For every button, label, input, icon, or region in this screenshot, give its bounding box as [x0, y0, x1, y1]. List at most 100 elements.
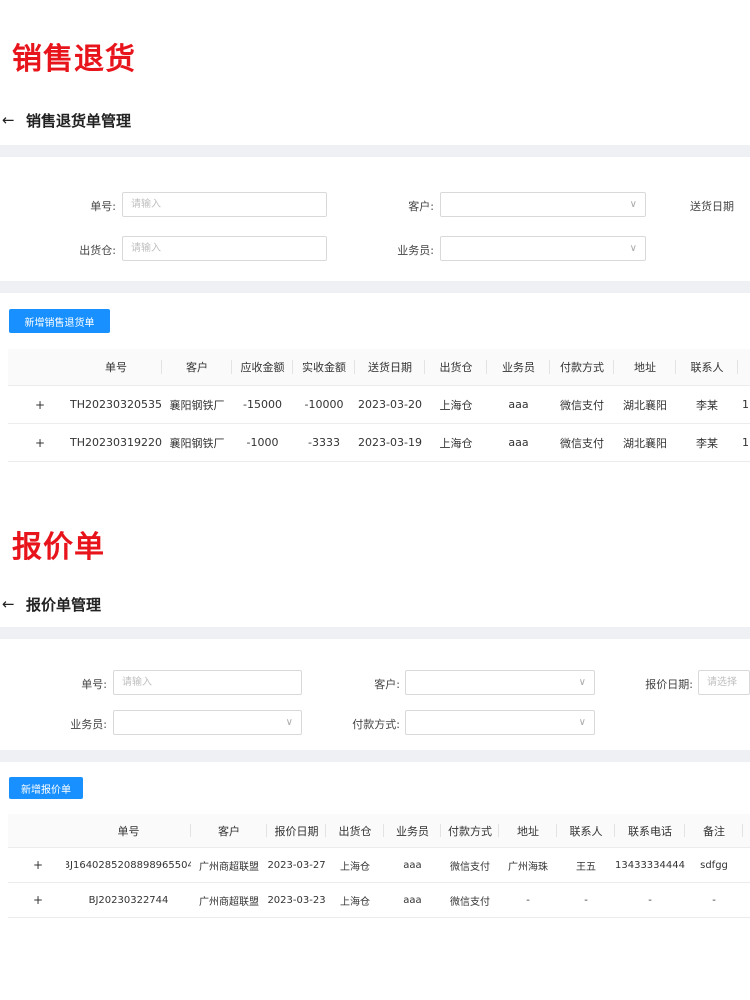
expand-icon[interactable]: + [28, 386, 52, 423]
table-header-row: 单号 客户 报价日期 出货仓 业务员 付款方式 地址 联系人 联系电话 备注 [8, 814, 750, 848]
column-header: 出货仓 [326, 814, 384, 847]
column-header: 单号 [66, 814, 191, 847]
customer-cell: 襄阳钢铁厂 [169, 436, 225, 450]
payment-cell: 微信支付 [560, 398, 604, 412]
column-header: 地址 [499, 814, 557, 847]
order-no-cell: TH20230319220 [70, 436, 162, 449]
quote-date-cell: 2023-03-23 [267, 894, 326, 906]
customer-select[interactable]: ∨ [405, 670, 595, 695]
expand-icon[interactable]: + [26, 883, 50, 917]
column-header: 联系人 [676, 349, 738, 385]
order-no-input[interactable]: 请输入 [122, 192, 327, 217]
chevron-down-icon: ∨ [629, 199, 637, 210]
column-header: 地址 [614, 349, 676, 385]
column-header: 付款方式 [550, 349, 614, 385]
column-header: 应收金额 [232, 349, 293, 385]
column-header: 客户 [191, 814, 267, 847]
customer-cell: 广州商超联盟 [199, 861, 259, 873]
customer-label: 客户: [374, 678, 400, 691]
delivery-date-cell: 2023-03-20 [358, 398, 422, 411]
warehouse-input[interactable]: 请输入 [122, 236, 327, 261]
truncated-cell: 1 [742, 436, 749, 449]
arrow-left-icon[interactable]: ← [0, 595, 22, 613]
salesman-cell: aaa [403, 894, 422, 906]
sales-return-table: 单号 客户 应收金额 实收金额 送货日期 出货仓 业务员 付款方式 地址 联系人… [8, 349, 750, 462]
divider [0, 145, 750, 157]
truncated-cell: 1 [742, 398, 749, 411]
add-quotation-button[interactable]: 新增报价单 [9, 777, 83, 799]
divider [0, 750, 750, 762]
contact-cell: 李某 [696, 398, 718, 412]
column-header: 备注 [685, 814, 743, 847]
salesman-select[interactable]: ∨ [113, 710, 302, 735]
column-header: 送货日期 [355, 349, 425, 385]
customer-select[interactable]: ∨ [440, 192, 646, 217]
page-header-sales-return: ← 销售退货单管理 [0, 108, 750, 132]
receivable-cell: -15000 [243, 398, 282, 411]
arrow-left-icon[interactable]: ← [0, 111, 22, 129]
column-header: 业务员 [384, 814, 441, 847]
page-title: 报价单管理 [26, 595, 102, 614]
order-no-cell: TH20230320535 [70, 398, 162, 411]
page-header-quotation: ← 报价单管理 [0, 592, 750, 616]
warehouse-cell: 上海仓 [439, 398, 473, 412]
order-no-label: 单号: [90, 200, 116, 213]
table-row[interactable]: + BJ1640285208898965504 广州商超联盟 2023-03-2… [8, 848, 750, 883]
table-header-row: 单号 客户 应收金额 实收金额 送货日期 出货仓 业务员 付款方式 地址 联系人 [8, 349, 750, 386]
salesman-label: 业务员: [70, 718, 107, 731]
expand-icon[interactable]: + [26, 848, 50, 882]
received-cell: -3333 [308, 436, 340, 449]
payment-method-label: 付款方式: [352, 718, 400, 731]
customer-cell: 襄阳钢铁厂 [169, 398, 225, 412]
add-sales-return-button[interactable]: 新增销售退货单 [9, 309, 110, 333]
customer-label: 客户: [408, 200, 434, 213]
quotation-table: 单号 客户 报价日期 出货仓 业务员 付款方式 地址 联系人 联系电话 备注 +… [8, 814, 750, 918]
warehouse-cell: 上海仓 [340, 896, 370, 908]
divider [0, 627, 750, 639]
column-header: 联系人 [557, 814, 615, 847]
warehouse-label: 出货仓: [79, 244, 116, 257]
expand-icon[interactable]: + [28, 424, 52, 461]
chevron-down-icon: ∨ [578, 717, 586, 728]
quote-date-label: 报价日期: [645, 678, 693, 691]
salesman-select[interactable]: ∨ [440, 236, 646, 261]
payment-method-select[interactable]: ∨ [405, 710, 595, 735]
column-header: 联系电话 [615, 814, 685, 847]
salesman-cell: aaa [508, 436, 529, 449]
contact-cell: 李某 [696, 436, 718, 450]
address-cell: 湖北襄阳 [623, 398, 667, 412]
customer-cell: 广州商超联盟 [199, 896, 259, 908]
quote-date-picker[interactable]: 请选择 [698, 670, 750, 695]
divider [0, 281, 750, 293]
table-row[interactable]: + TH20230319220 襄阳钢铁厂 -1000 -3333 2023-0… [8, 424, 750, 462]
payment-cell: 微信支付 [560, 436, 604, 450]
quote-date-cell: 2023-03-27 [267, 859, 326, 871]
order-no-label: 单号: [81, 678, 107, 691]
receivable-cell: -1000 [246, 436, 279, 449]
salesman-cell: aaa [403, 859, 422, 871]
warehouse-cell: 上海仓 [340, 861, 370, 873]
column-header: 业务员 [487, 349, 550, 385]
contact-cell: 王五 [576, 861, 596, 873]
table-row[interactable]: + BJ20230322744 广州商超联盟 2023-03-23 上海仓 aa… [8, 883, 750, 918]
column-header: 付款方式 [441, 814, 499, 847]
column-header: 单号 [70, 349, 162, 385]
chevron-down-icon: ∨ [629, 243, 637, 254]
table-row[interactable]: + TH20230320535 襄阳钢铁厂 -15000 -10000 2023… [8, 386, 750, 424]
column-header: 报价日期 [267, 814, 326, 847]
order-no-input[interactable]: 请输入 [113, 670, 302, 695]
chevron-down-icon: ∨ [285, 717, 293, 728]
phone-cell: - [648, 894, 652, 906]
remark-cell: - [712, 894, 716, 906]
remark-cell: sdfgg [700, 859, 728, 871]
page-title: 销售退货单管理 [26, 111, 132, 130]
salesman-label: 业务员: [397, 244, 434, 257]
chevron-down-icon: ∨ [578, 677, 586, 688]
contact-cell: - [584, 894, 588, 906]
delivery-date-label: 送货日期 [690, 200, 734, 213]
delivery-date-cell: 2023-03-19 [358, 436, 422, 449]
received-cell: -10000 [304, 398, 344, 411]
column-header: 客户 [162, 349, 232, 385]
address-cell: 广州海珠 [508, 861, 548, 873]
salesman-cell: aaa [508, 398, 529, 411]
